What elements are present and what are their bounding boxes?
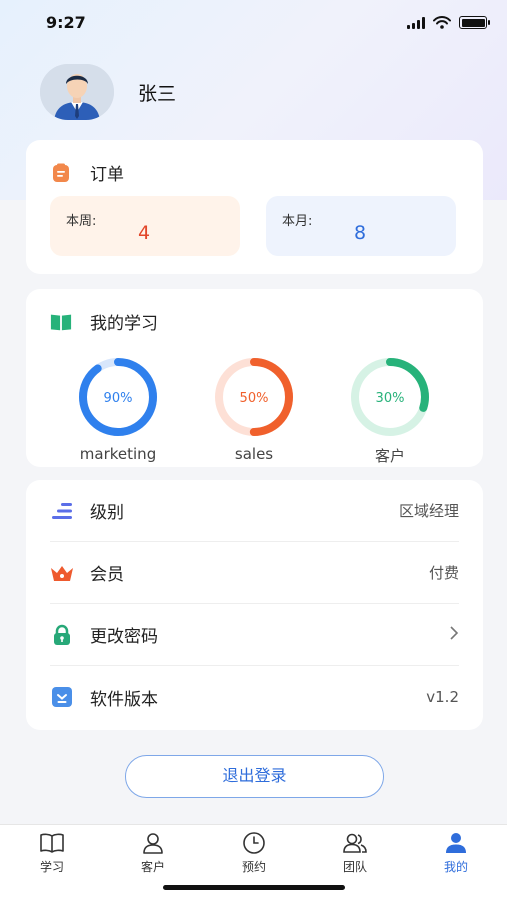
tab-team[interactable]: 团队 — [315, 831, 395, 875]
open-book-icon — [50, 311, 72, 333]
version-label: 软件版本 — [90, 689, 158, 710]
status-bar: 9:27 — [0, 0, 507, 46]
avatar[interactable] — [40, 64, 114, 120]
crown-icon — [50, 561, 74, 585]
month-value: 8 — [354, 222, 367, 244]
tab-study-label: 学习 — [39, 860, 64, 874]
logout-button[interactable]: 退出登录 — [125, 755, 384, 798]
team-icon — [315, 831, 395, 855]
profile-header[interactable]: 张三 — [40, 64, 176, 120]
tab-appointments-label: 预约 — [241, 860, 266, 874]
progress-ring-label: marketing — [79, 445, 157, 463]
tab-customers[interactable]: 客户 — [113, 831, 193, 875]
tab-mine-label: 我的 — [443, 860, 468, 874]
version-row[interactable]: 软件版本 v1.2 — [50, 666, 459, 728]
tab-mine[interactable]: 我的 — [416, 831, 496, 875]
orders-title-text: 订单 — [90, 165, 124, 185]
level-row[interactable]: 级别 区域经理 — [50, 480, 459, 542]
member-value: 付费 — [428, 564, 459, 582]
progress-ring-3[interactable]: 30% 客户 — [330, 355, 450, 466]
status-time: 9:27 — [46, 13, 86, 32]
level-value: 区域经理 — [398, 502, 459, 520]
clipboard-icon — [50, 162, 72, 184]
lock-icon — [50, 623, 74, 647]
progress-ring-label: 客户 — [374, 447, 405, 465]
change-password-row[interactable]: 更改密码 — [50, 604, 459, 666]
settings-card: 级别 区域经理 会员 付费 更改密码 软件版本 v1.2 — [26, 480, 483, 730]
progress-ring-2[interactable]: 50% sales — [194, 355, 314, 463]
study-card: 我的学习 90% marketing 50% sales 30% 客户 — [26, 289, 483, 467]
user-name: 张三 — [138, 82, 177, 105]
progress-ring-percent: 30% — [376, 391, 405, 406]
progress-ring-1[interactable]: 90% marketing — [58, 355, 178, 463]
profile-icon — [416, 831, 496, 855]
home-indicator — [163, 885, 345, 890]
progress-ring-label: sales — [234, 445, 274, 463]
signal-icon — [407, 16, 425, 29]
status-icons — [407, 16, 490, 29]
chevron-right-icon — [449, 625, 459, 644]
month-label: 本月: — [282, 214, 313, 229]
progress-ring-chart: 30% — [351, 358, 429, 436]
download-box-icon — [50, 685, 74, 709]
clock-icon — [214, 831, 294, 855]
orders-title: 订单 — [50, 160, 124, 185]
version-value: v1.2 — [426, 688, 459, 706]
wifi-icon — [433, 16, 451, 29]
level-icon — [50, 499, 74, 523]
orders-card: 订单 本周: 4 本月: 8 — [26, 140, 483, 274]
battery-icon — [459, 16, 490, 29]
change-password-label: 更改密码 — [90, 627, 158, 647]
study-title: 我的学习 — [50, 309, 158, 334]
tab-study[interactable]: 学习 — [12, 831, 92, 875]
progress-ring-percent: 90% — [104, 391, 133, 406]
tab-appointments[interactable]: 预约 — [214, 831, 294, 875]
progress-ring-percent: 50% — [240, 391, 269, 406]
study-title-text: 我的学习 — [90, 314, 158, 334]
week-label: 本周: — [66, 214, 97, 229]
member-label: 会员 — [90, 565, 124, 585]
week-orders-box[interactable]: 本周: 4 — [50, 196, 240, 256]
tab-team-label: 团队 — [342, 860, 367, 874]
progress-ring-chart: 50% — [215, 358, 293, 436]
week-value: 4 — [138, 222, 151, 244]
book-icon — [12, 831, 92, 855]
tab-customers-label: 客户 — [140, 860, 165, 874]
member-row[interactable]: 会员 付费 — [50, 542, 459, 604]
level-label: 级别 — [90, 503, 124, 523]
person-icon — [113, 831, 193, 855]
month-orders-box[interactable]: 本月: 8 — [266, 196, 456, 256]
progress-ring-chart: 90% — [79, 358, 157, 436]
